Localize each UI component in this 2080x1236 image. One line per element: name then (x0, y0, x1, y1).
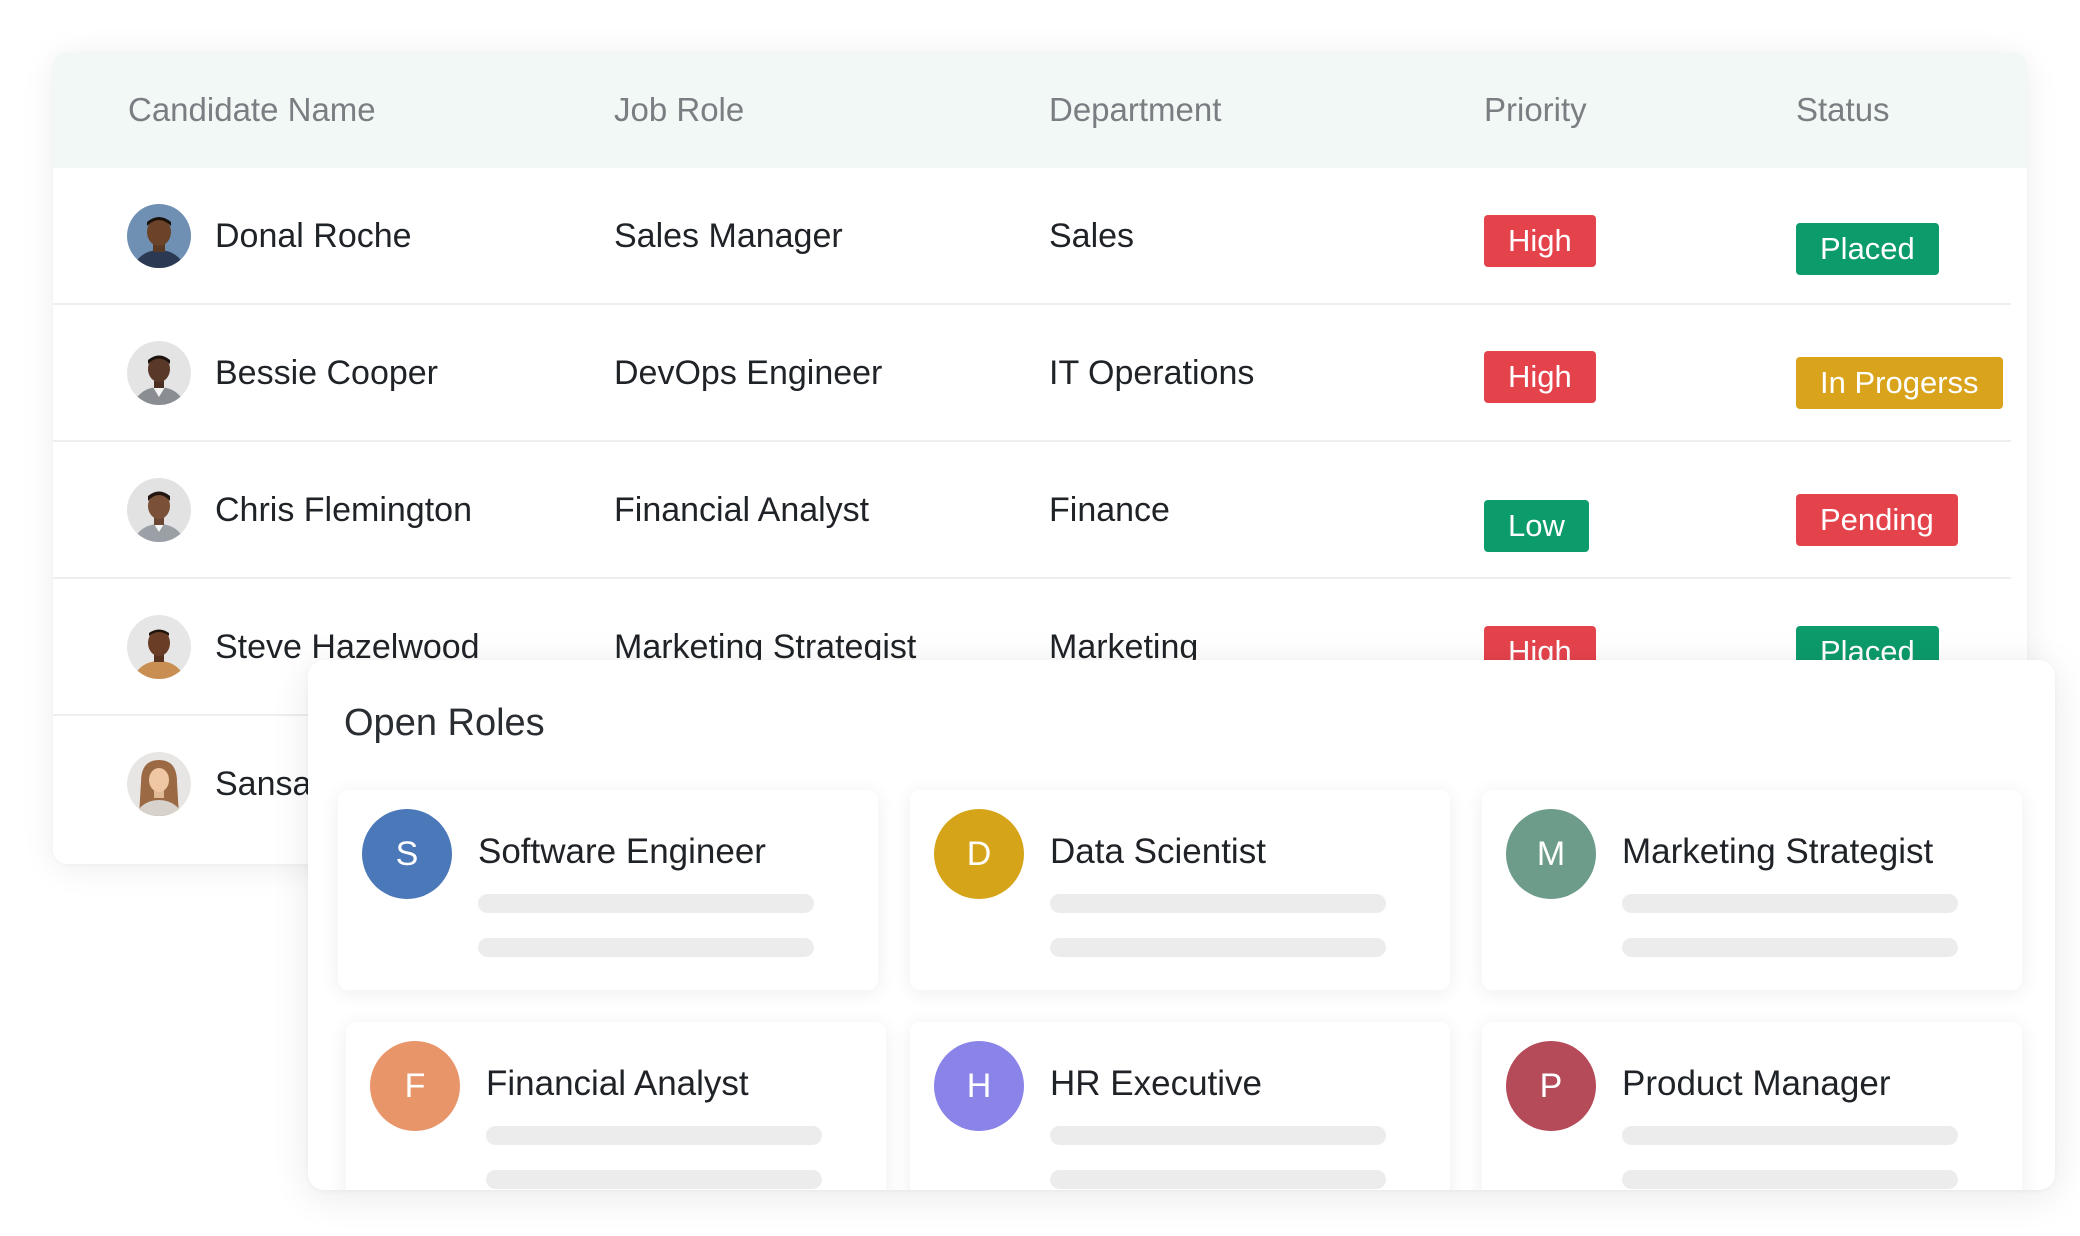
placeholder-line (478, 894, 814, 913)
avatar (127, 341, 191, 405)
table-row[interactable]: Chris Flemington Financial Analyst Finan… (53, 442, 2011, 579)
role-title: Financial Analyst (486, 1064, 749, 1103)
role-card-data-scientist[interactable]: D Data Scientist (910, 790, 1450, 990)
role-title: Product Manager (1622, 1064, 1891, 1103)
placeholder-line (1050, 1170, 1386, 1189)
role-initial-avatar: S (362, 809, 452, 899)
role-card-financial-analyst[interactable]: F Financial Analyst (346, 1022, 886, 1190)
job-role: Sales Manager (614, 217, 843, 255)
priority-badge: High (1484, 215, 1596, 267)
column-header-candidate-name[interactable]: Candidate Name (128, 52, 376, 168)
role-initial-avatar: D (934, 809, 1024, 899)
candidate-name[interactable]: Sansa (215, 716, 311, 852)
role-initial-avatar: F (370, 1041, 460, 1131)
role-card-marketing-strategist[interactable]: M Marketing Strategist (1482, 790, 2022, 990)
role-title: Marketing Strategist (1622, 832, 1934, 871)
status-badge: In Progerss (1796, 357, 2003, 409)
avatar (127, 615, 191, 679)
role-card-product-manager[interactable]: P Product Manager (1482, 1022, 2022, 1190)
job-role: DevOps Engineer (614, 354, 883, 392)
priority-badge: High (1484, 351, 1596, 403)
role-initial-avatar: H (934, 1041, 1024, 1131)
avatar (127, 204, 191, 268)
role-title: Data Scientist (1050, 832, 1266, 871)
department: Finance (1049, 491, 1170, 529)
candidate-name[interactable]: Donal Roche (215, 168, 412, 304)
role-card-software-engineer[interactable]: S Software Engineer (338, 790, 878, 990)
candidate-name[interactable]: Bessie Cooper (215, 305, 438, 441)
column-header-status[interactable]: Status (1796, 52, 1890, 168)
table-row[interactable]: Donal Roche Sales Manager Sales High Pla… (53, 168, 2011, 305)
placeholder-line (1050, 1126, 1386, 1145)
job-role: Financial Analyst (614, 491, 870, 529)
role-card-hr-executive[interactable]: H HR Executive (910, 1022, 1450, 1190)
open-roles-panel: Open Roles S Software Engineer D Data Sc… (308, 660, 2055, 1190)
role-initial-avatar: M (1506, 809, 1596, 899)
role-title: HR Executive (1050, 1064, 1263, 1103)
column-header-department[interactable]: Department (1049, 52, 1221, 168)
role-title: Software Engineer (478, 832, 766, 871)
status-badge: Pending (1796, 494, 1958, 546)
column-header-priority[interactable]: Priority (1484, 52, 1587, 168)
table-header: Candidate Name Job Role Department Prior… (53, 52, 2027, 168)
table-row[interactable]: Bessie Cooper DevOps Engineer IT Operati… (53, 305, 2011, 442)
avatar (127, 752, 191, 816)
placeholder-line (1050, 938, 1386, 957)
avatar (127, 478, 191, 542)
placeholder-line (486, 1126, 822, 1145)
status-badge: Placed (1796, 223, 1939, 275)
priority-badge: Low (1484, 500, 1589, 552)
department: Sales (1049, 217, 1135, 255)
open-roles-title: Open Roles (344, 702, 545, 744)
candidate-name[interactable]: Chris Flemington (215, 442, 472, 578)
column-header-job-role[interactable]: Job Role (614, 52, 744, 168)
placeholder-line (486, 1170, 822, 1189)
placeholder-line (1622, 938, 1958, 957)
placeholder-line (1622, 1126, 1958, 1145)
placeholder-line (1622, 894, 1958, 913)
placeholder-line (1050, 894, 1386, 913)
role-initial-avatar: P (1506, 1041, 1596, 1131)
placeholder-line (478, 938, 814, 957)
department: IT Operations (1049, 354, 1255, 392)
placeholder-line (1622, 1170, 1958, 1189)
